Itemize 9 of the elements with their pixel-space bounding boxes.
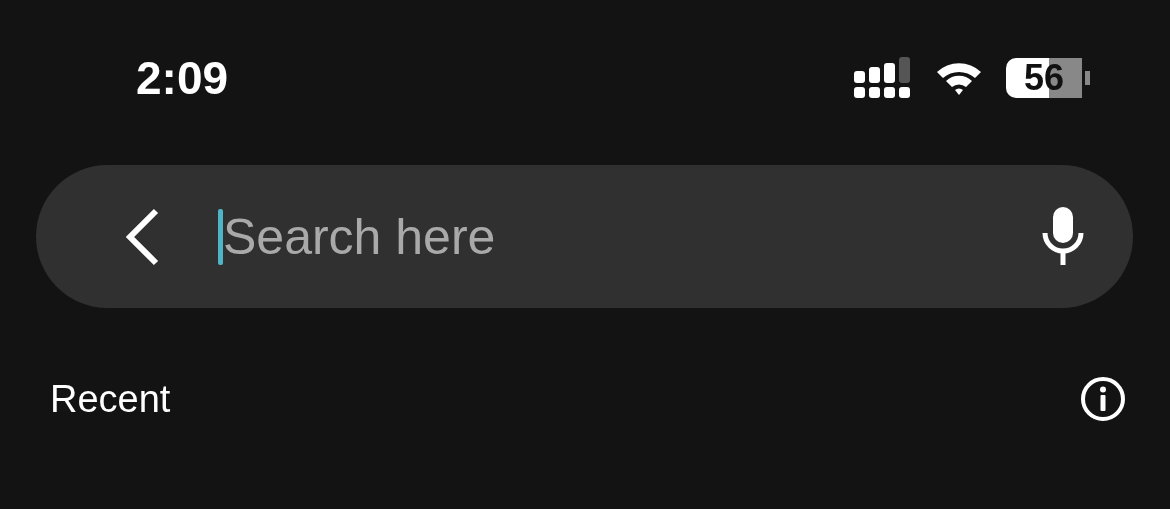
text-cursor	[218, 208, 223, 265]
search-bar[interactable]: Search here	[36, 165, 1133, 308]
signal-icon	[854, 57, 912, 99]
status-time: 2:09	[136, 51, 229, 105]
search-input[interactable]: Search here	[223, 207, 1041, 266]
microphone-icon[interactable]	[1041, 206, 1085, 267]
section-title: Recent	[50, 377, 171, 421]
battery-indicator: 56	[1006, 58, 1090, 98]
info-icon[interactable]	[1080, 376, 1126, 422]
